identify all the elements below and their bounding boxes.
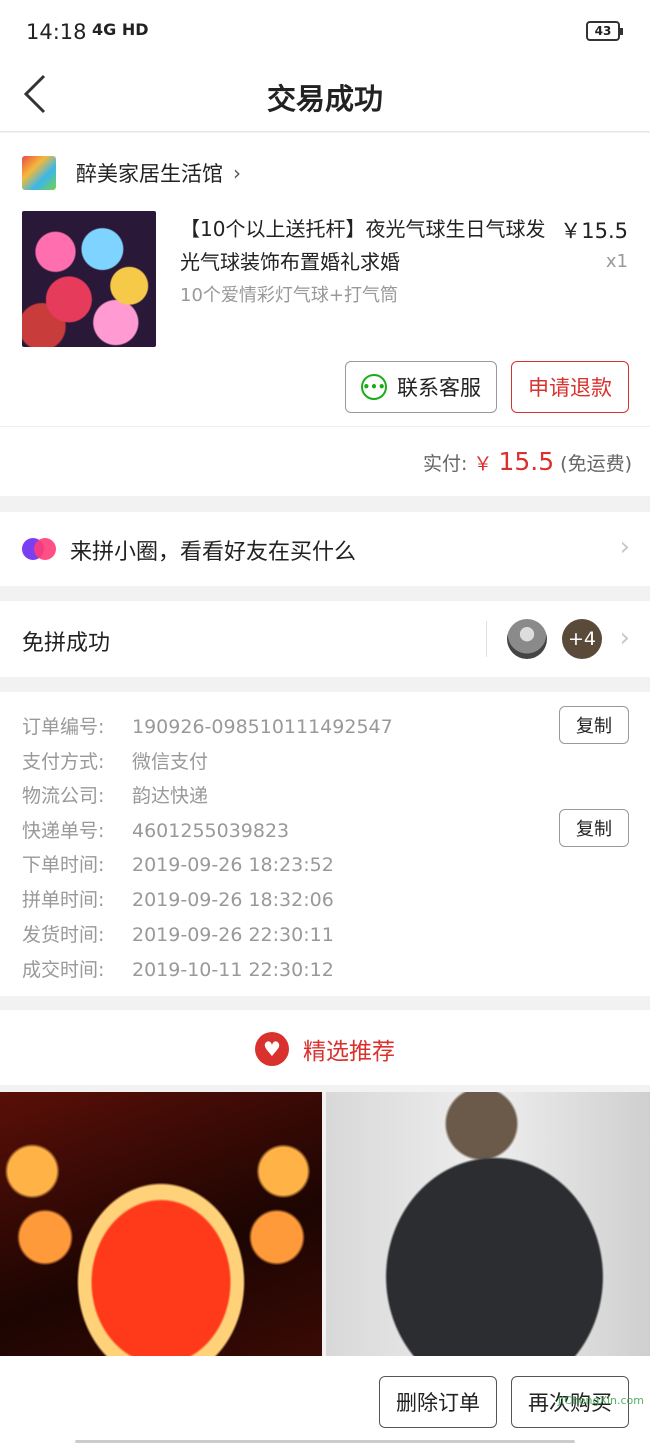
product-title[interactable]: 【10个以上送托杆】夜光气球生日气球发光气球装饰布置婚礼求婚: [180, 213, 550, 279]
heart-icon: ♥: [255, 1032, 289, 1066]
order-info-row: 支付方式: 微信支付: [22, 747, 208, 774]
chevron-right-icon: ›: [619, 532, 630, 562]
order-info-label: 下单时间:: [22, 854, 105, 876]
status-time: 14:18: [26, 20, 87, 44]
chevron-right-icon: ›: [619, 623, 630, 653]
refund-button[interactable]: 申请退款: [511, 361, 629, 413]
recommend-item-image[interactable]: [326, 1092, 650, 1356]
status-bar: 14:18 4G HD 43: [0, 0, 650, 62]
product-price: ￥15.5: [560, 219, 628, 243]
order-info-row: 拼单时间: 2019-09-26 18:32:06: [22, 885, 334, 912]
order-info-row: 发货时间: 2019-09-26 22:30:11: [22, 920, 334, 947]
order-info-label: 物流公司:: [22, 785, 105, 807]
copy-tracking-number-button[interactable]: 复制: [559, 809, 629, 847]
shop-link[interactable]: 醉美家居生活馆 ›: [22, 155, 241, 191]
bottom-action-bar: 删除订单 再次购买 JiChengXin.com: [0, 1356, 650, 1444]
divider: [486, 621, 487, 657]
shop-logo: [22, 156, 56, 190]
group-status-text: 免拼成功: [22, 631, 111, 656]
product-card: 醉美家居生活馆 › 【10个以上送托杆】夜光气球生日气球发光气球装饰布置婚礼求婚…: [0, 133, 650, 496]
order-info-row: 物流公司: 韵达快递: [22, 781, 208, 808]
chat-icon: •••: [361, 374, 387, 400]
shipping-note: (免运费): [560, 453, 632, 475]
home-indicator[interactable]: [75, 1440, 575, 1443]
product-spec: 10个爱情彩灯气球+打气筒: [180, 285, 398, 306]
friend-circle-text: 来拼小圈，看看好友在买什么: [70, 540, 357, 565]
order-info-row: 快递单号: 4601255039823: [22, 816, 289, 843]
watermark: JiChengXin.com: [557, 1394, 644, 1407]
product-image[interactable]: [22, 211, 156, 347]
recommend-title-row: ♥ 精选推荐: [0, 1032, 650, 1066]
contact-service-button[interactable]: ••• 联系客服: [345, 361, 497, 413]
order-info-row: 下单时间: 2019-09-26 18:23:52: [22, 850, 334, 877]
friend-circle-row[interactable]: 来拼小圈，看看好友在买什么 ›: [0, 512, 650, 586]
order-info-value: 2019-09-26 22:30:11: [132, 924, 334, 946]
order-info-value: 微信支付: [132, 751, 209, 773]
shop-name: 醉美家居生活馆: [76, 162, 223, 186]
page-title: 交易成功: [266, 82, 383, 116]
copy-order-number-button[interactable]: 复制: [559, 706, 629, 744]
payment-summary: 实付: ￥ 15.5 (免运费): [423, 447, 632, 476]
signal-icon: 4G HD: [92, 20, 149, 39]
order-info-row: 订单编号: 190926-098510111492547: [22, 712, 393, 739]
battery-icon: 43: [586, 21, 623, 41]
circle-logo-icon: [22, 538, 56, 560]
avatar-more-count: +4: [562, 619, 602, 659]
order-info-value: 韵达快递: [132, 785, 209, 807]
chevron-right-icon: ›: [233, 161, 241, 185]
delete-order-button[interactable]: 删除订单: [379, 1376, 497, 1428]
order-info-card: 订单编号: 190926-098510111492547 复制 支付方式: 微信支付…: [0, 692, 650, 996]
product-quantity: x1: [605, 251, 628, 272]
payment-label: 实付:: [422, 453, 468, 475]
recommend-title: 精选推荐: [303, 1039, 395, 1065]
order-info-label: 订单编号:: [22, 716, 105, 738]
order-info-row: 成交时间: 2019-10-11 22:30:12: [22, 955, 334, 982]
avatar: [507, 619, 547, 659]
order-info-value: 2019-09-26 18:23:52: [132, 854, 334, 876]
contact-service-label: 联系客服: [397, 376, 481, 400]
payment-amount: 15.5: [498, 447, 555, 476]
payment-currency: ￥: [473, 453, 493, 475]
order-info-value: 4601255039823: [132, 820, 290, 842]
recommend-item-image[interactable]: [0, 1092, 322, 1356]
nav-bar: 交易成功: [0, 62, 650, 132]
order-info-label: 快递单号:: [22, 820, 105, 842]
order-info-label: 发货时间:: [22, 924, 105, 946]
order-info-label: 支付方式:: [22, 751, 105, 773]
order-info-value: 2019-09-26 18:32:06: [132, 889, 334, 911]
order-info-value: 2019-10-11 22:30:12: [132, 959, 334, 981]
order-info-value: 190926-098510111492547: [132, 716, 393, 738]
recommend-header: ♥ 精选推荐: [0, 1010, 650, 1085]
payment-row: 实付: ￥ 15.5 (免运费): [0, 426, 650, 496]
order-info-label: 成交时间:: [22, 959, 105, 981]
order-info-label: 拼单时间:: [22, 889, 105, 911]
group-status-row[interactable]: 免拼成功 +4 ›: [0, 601, 650, 677]
